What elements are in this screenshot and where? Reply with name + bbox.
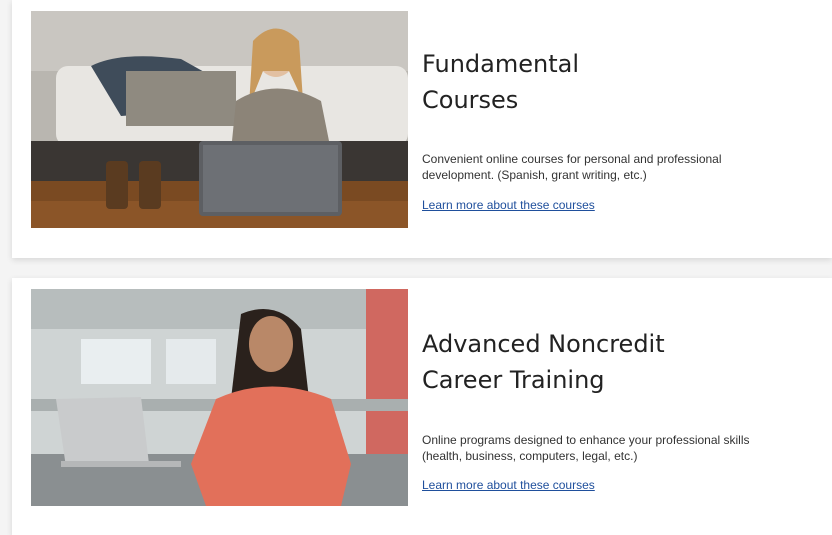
card-title: Advanced Noncredit Career Training — [422, 326, 665, 398]
card-title-line1: Fundamental — [422, 50, 579, 78]
card-description-line2: (health, business, computers, legal, etc… — [422, 449, 638, 463]
card-description-line1: Online programs designed to enhance your… — [422, 433, 750, 447]
learn-more-link[interactable]: Learn more about these courses — [422, 478, 595, 492]
career-training-photo — [31, 289, 408, 506]
card-title: Fundamental Courses — [422, 46, 579, 118]
course-card-fundamental: Fundamental Courses Convenient online co… — [12, 0, 832, 258]
learn-more-link[interactable]: Learn more about these courses — [422, 198, 595, 212]
card-description-line1: Convenient online courses for personal a… — [422, 152, 722, 166]
card-title-line2: Courses — [422, 86, 519, 114]
card-description: Convenient online courses for personal a… — [422, 151, 827, 183]
card-title-line1: Advanced Noncredit — [422, 330, 665, 358]
card-title-line2: Career Training — [422, 366, 605, 394]
course-card-advanced: Advanced Noncredit Career Training Onlin… — [12, 278, 832, 535]
card-description-line2: development. (Spanish, grant writing, et… — [422, 168, 647, 182]
fundamental-courses-photo — [31, 11, 408, 228]
card-description: Online programs designed to enhance your… — [422, 432, 827, 464]
